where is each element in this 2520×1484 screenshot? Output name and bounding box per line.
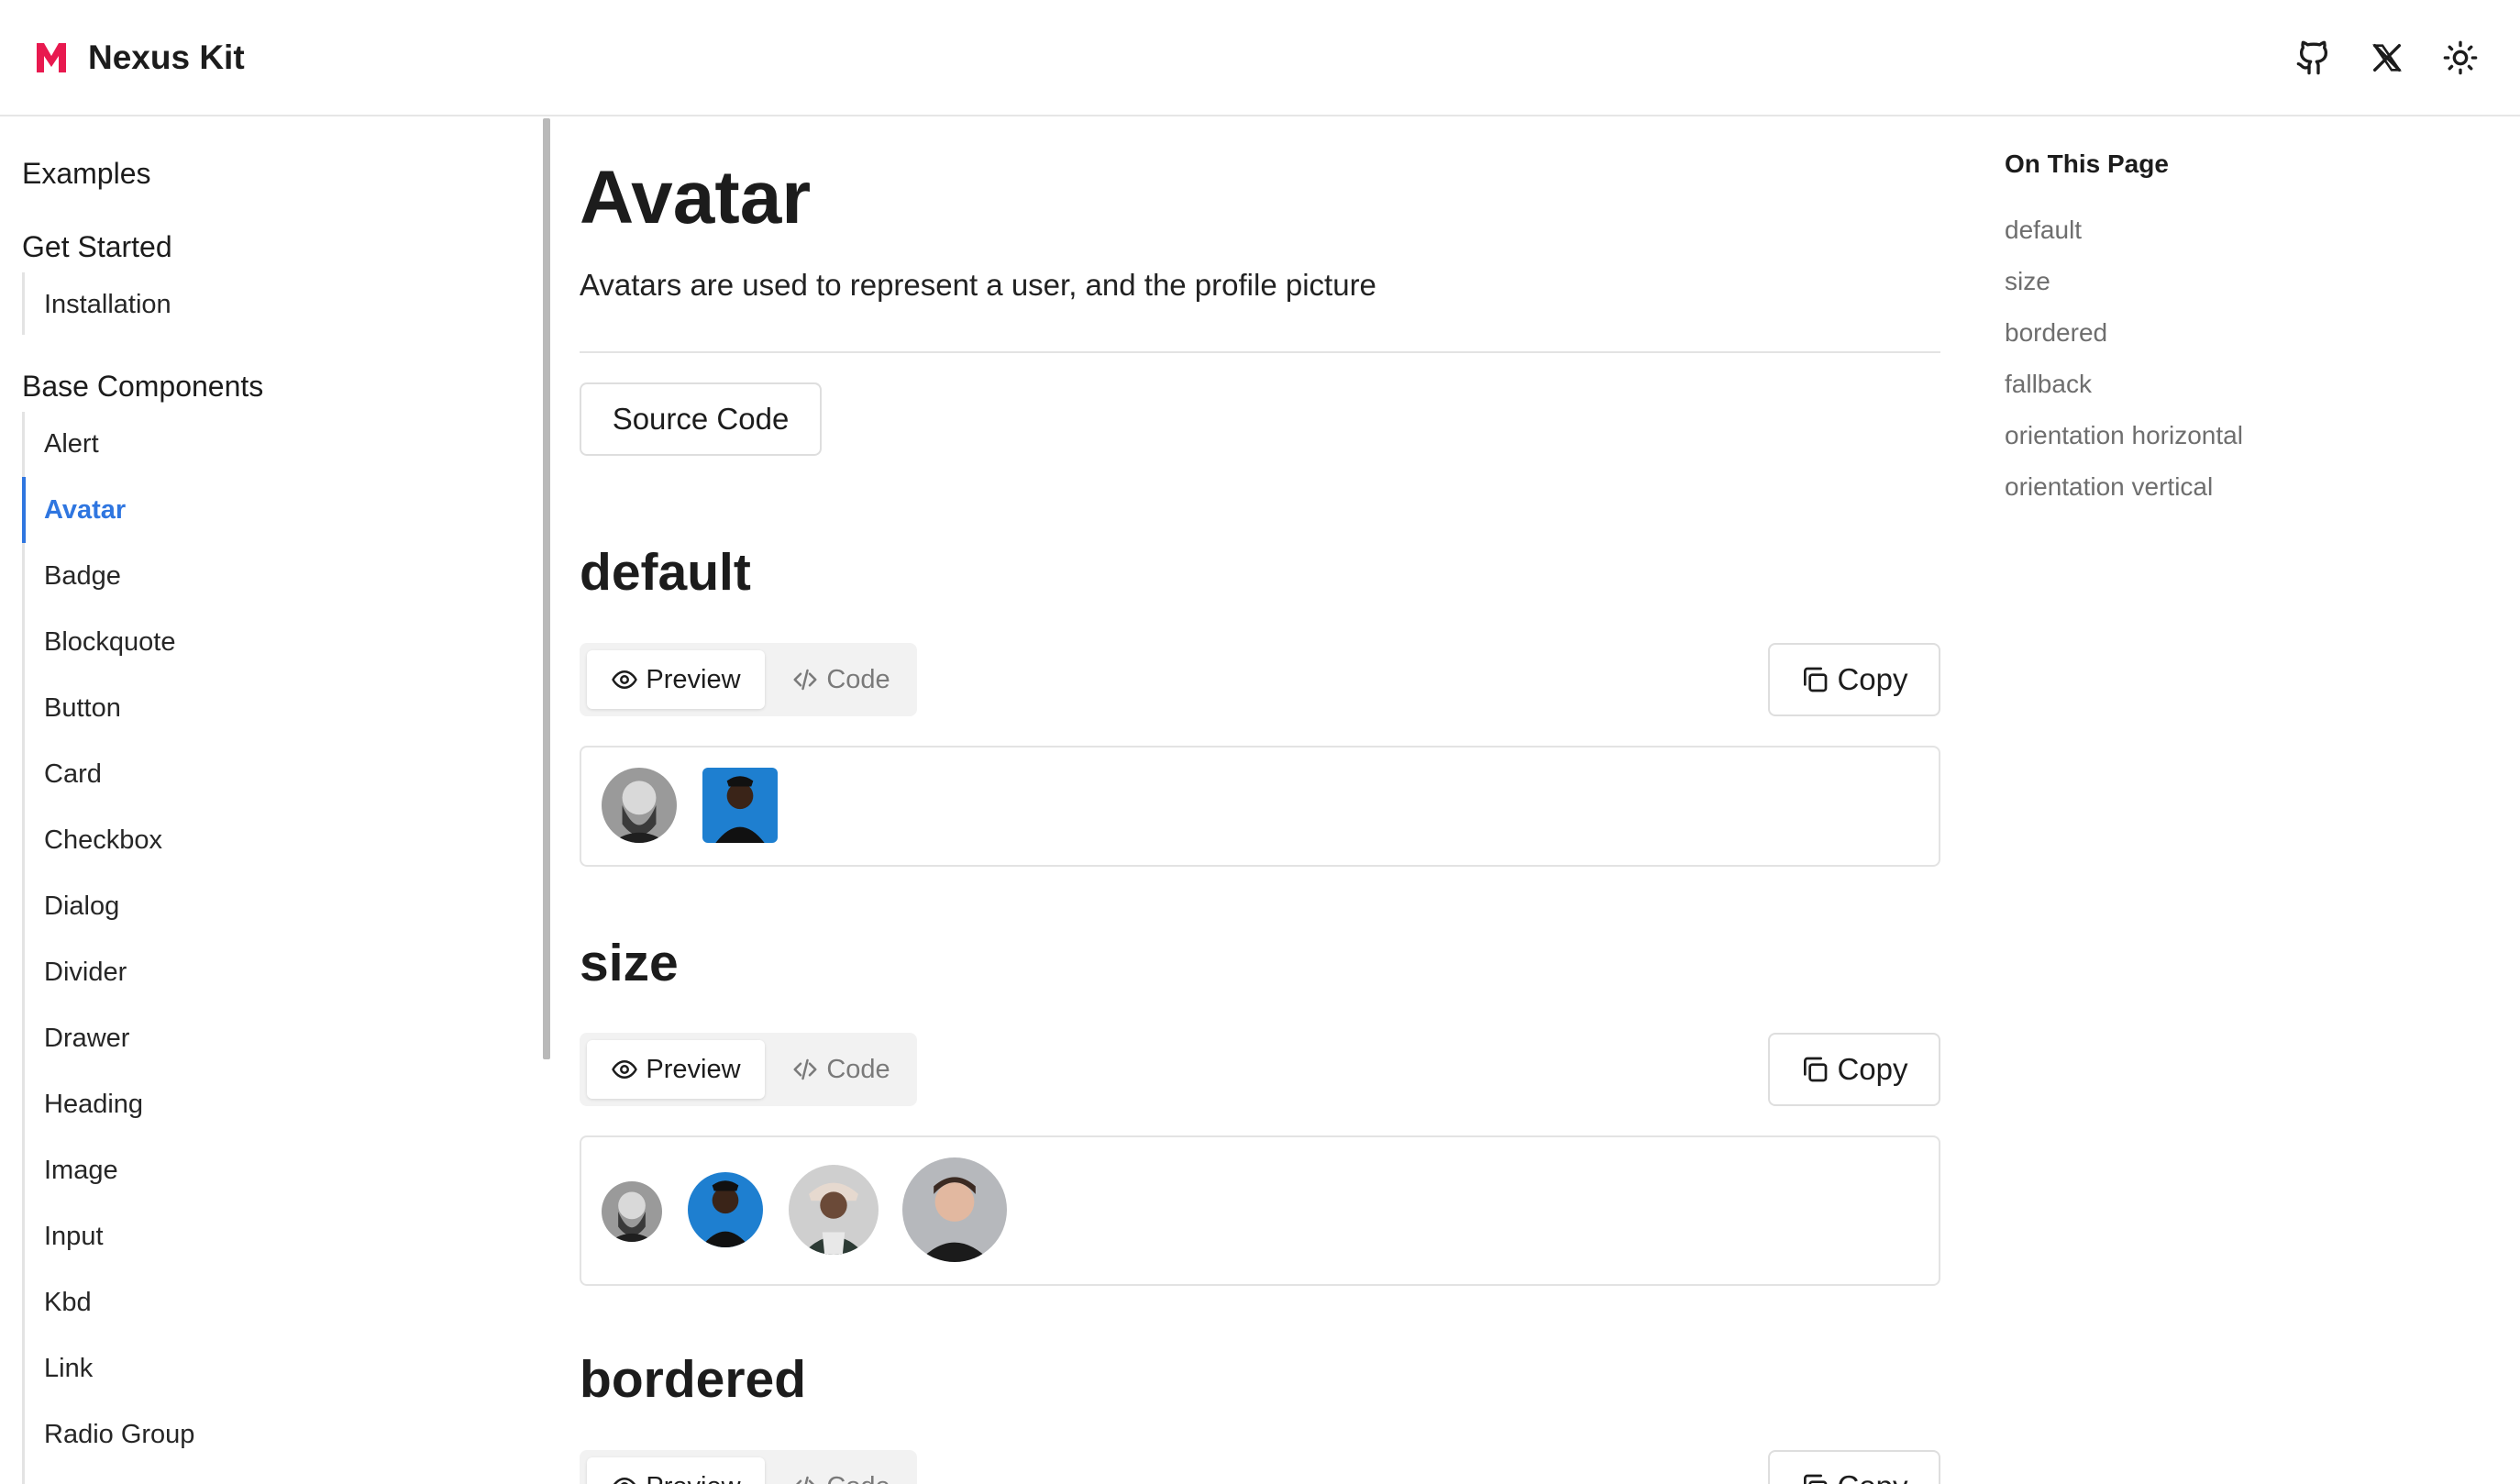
avatar (602, 1181, 662, 1242)
toc-item-orientation-horizontal[interactable]: orientation horizontal (2005, 421, 2243, 450)
x-twitter-button[interactable] (2364, 35, 2410, 81)
sidebar-item-dialog[interactable]: Dialog (44, 892, 119, 922)
sidebar-scrollbar[interactable] (543, 118, 550, 1059)
sidebar-active-indicator (22, 477, 26, 543)
tab-preview-label: Preview (646, 1054, 741, 1084)
sidebar-item-link[interactable]: Link (44, 1354, 93, 1384)
sidebar-group-line (22, 272, 25, 335)
eye-icon (613, 1478, 636, 1484)
toc-item-bordered[interactable]: bordered (2005, 318, 2107, 348)
tab-code[interactable]: Code (772, 1457, 910, 1484)
avatar (789, 1165, 879, 1255)
user-photo-icon (688, 1172, 763, 1247)
sidebar-item-drawer[interactable]: Drawer (44, 1024, 129, 1054)
tab-preview[interactable]: Preview (587, 650, 765, 709)
theme-toggle-button[interactable] (2437, 35, 2483, 81)
brand[interactable]: Nexus Kit (33, 35, 245, 81)
copy-button[interactable]: Copy (1768, 1033, 1940, 1106)
preview-box-size (580, 1135, 1940, 1286)
sidebar-group-line (22, 412, 25, 1484)
section-title-default: default (580, 543, 751, 602)
user-photo-icon (789, 1165, 879, 1255)
copy-icon (1804, 1057, 1828, 1082)
eye-icon (612, 670, 638, 689)
toc-item-size[interactable]: size (2005, 267, 2050, 296)
sidebar-item-checkbox[interactable]: Checkbox (44, 825, 162, 856)
copy-icon (1804, 1474, 1828, 1484)
sidebar-item-avatar[interactable]: Avatar (44, 495, 126, 526)
sidebar-item-blockquote[interactable]: Blockquote (44, 627, 176, 658)
page-title: Avatar (580, 156, 812, 239)
tab-code-label: Code (826, 1472, 890, 1484)
brand-name: Nexus Kit (88, 39, 245, 76)
main-content: Avatar Avatars are used to represent a u… (580, 118, 1940, 1484)
source-code-button[interactable]: Source Code (580, 382, 822, 456)
preview-box-default (580, 746, 1940, 867)
avatar (702, 768, 778, 843)
page-description: Avatars are used to represent a user, an… (580, 268, 1376, 302)
sidebar-item-divider[interactable]: Divider (44, 958, 127, 988)
copy-button[interactable]: Copy (1768, 643, 1940, 716)
sidebar-section-examples[interactable]: Examples (22, 157, 151, 191)
sidebar-item-alert[interactable]: Alert (44, 429, 99, 460)
tab-preview[interactable]: Preview (587, 1040, 765, 1099)
tab-code[interactable]: Code (772, 1040, 910, 1099)
preview-code-tabs: Preview Code (580, 643, 917, 716)
sidebar-section-get-started[interactable]: Get Started (22, 230, 172, 264)
preview-code-tabs: Preview Code (580, 1450, 917, 1484)
copy-button[interactable]: Copy (1768, 1450, 1940, 1484)
sidebar-section-base-components[interactable]: Base Components (22, 370, 263, 404)
code-icon (796, 1476, 815, 1484)
sun-icon (2443, 40, 2478, 75)
sidebar-item-radio-group[interactable]: Radio Group (44, 1420, 194, 1450)
tab-preview-label: Preview (646, 1472, 740, 1484)
preview-code-tabs: Preview Code (580, 1033, 917, 1106)
tab-code[interactable]: Code (772, 650, 910, 709)
nexus-logo-icon (37, 43, 66, 72)
tab-code-label: Code (826, 664, 890, 694)
github-button[interactable] (2291, 35, 2337, 81)
sidebar-item-kbd[interactable]: Kbd (44, 1288, 92, 1318)
sidebar-item-installation[interactable]: Installation (44, 290, 171, 320)
sidebar-item-input[interactable]: Input (44, 1222, 104, 1252)
tab-code-label: Code (826, 1054, 890, 1084)
sidebar-item-image[interactable]: Image (44, 1156, 118, 1186)
toc-item-orientation-vertical[interactable]: orientation vertical (2005, 472, 2213, 502)
divider (580, 351, 1940, 353)
avatar (602, 768, 677, 843)
code-icon (793, 669, 817, 691)
github-icon (2296, 40, 2328, 75)
sidebar-item-heading[interactable]: Heading (44, 1090, 143, 1120)
copy-label: Copy (1837, 662, 1908, 696)
eye-icon (612, 1060, 638, 1079)
x-twitter-icon (2372, 44, 2402, 72)
user-photo-icon (702, 768, 778, 843)
avatar (688, 1172, 763, 1247)
sidebar-item-button[interactable]: Button (44, 693, 121, 724)
avatar (902, 1157, 1007, 1262)
sidebar-item-card[interactable]: Card (44, 759, 102, 790)
code-icon (793, 1058, 817, 1080)
tab-preview-label: Preview (646, 664, 741, 694)
section-title-bordered: bordered (580, 1350, 807, 1409)
user-photo-icon (902, 1157, 1007, 1262)
user-photo-icon (602, 768, 677, 843)
user-photo-icon (602, 1181, 662, 1242)
sidebar: Examples Get Started Installation Base C… (0, 118, 550, 1484)
copy-icon (1804, 667, 1828, 692)
tab-preview[interactable]: Preview (587, 1457, 765, 1484)
sidebar-item-badge[interactable]: Badge (44, 561, 121, 592)
top-header: Nexus Kit (0, 0, 2520, 116)
toc-title: On This Page (2005, 150, 2169, 178)
copy-label: Copy (1837, 1469, 1907, 1484)
toc-item-fallback[interactable]: fallback (2005, 370, 2092, 399)
copy-label: Copy (1837, 1052, 1908, 1086)
section-title-size: size (580, 934, 679, 992)
toc-item-default[interactable]: default (2005, 216, 2082, 245)
